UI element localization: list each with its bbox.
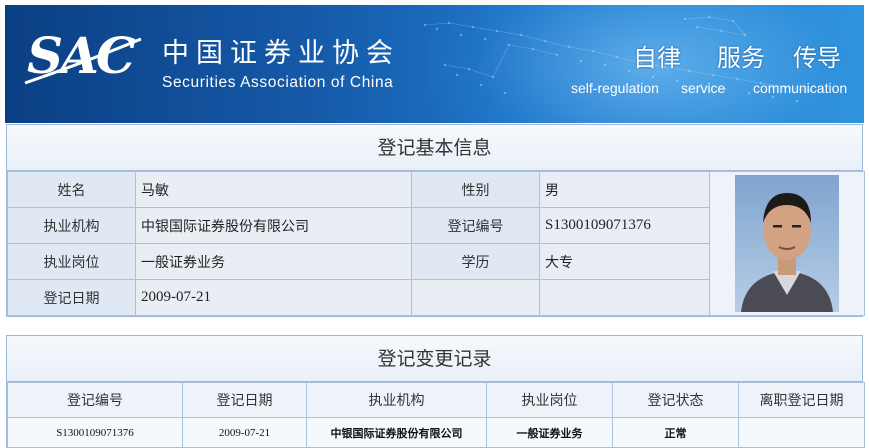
logo-text: SAC <box>27 26 136 85</box>
org-name-cn: 中国证券业协会 <box>162 38 400 69</box>
slogan-communication-en: communication <box>753 80 848 96</box>
empty-cell <box>539 279 710 316</box>
registration-number-value: S1300109071376 <box>539 207 710 244</box>
organization-label: 执业机构 <box>7 207 136 244</box>
education-label: 学历 <box>411 243 540 280</box>
organization-value: 中银国际证券股份有限公司 <box>135 207 412 244</box>
basic-info-panel: 登记基本信息 姓名 马敏 性别 男 执业机构 中银国际证券股份有限公司 登记编号… <box>6 124 865 317</box>
position-label: 执业岗位 <box>7 243 136 280</box>
column-header: 登记日期 <box>182 382 307 418</box>
change-records-table: 登记编号 登记日期 执业机构 执业岗位 登记状态 离职登记日期 S1300109… <box>7 382 865 448</box>
column-header: 执业岗位 <box>486 382 613 418</box>
registration-number-label: 登记编号 <box>411 207 540 244</box>
table-cell: 正常 <box>612 417 739 448</box>
table-cell: 2009-07-21 <box>182 417 307 448</box>
slogan-service-en: service <box>681 80 726 96</box>
gender-value: 男 <box>539 171 710 208</box>
name-value: 马敏 <box>135 171 412 208</box>
registration-date-label: 登记日期 <box>7 279 136 316</box>
column-header: 离职登记日期 <box>738 382 865 418</box>
table-row: S1300109071376 2009-07-21 中银国际证券股份有限公司 一… <box>7 417 865 448</box>
name-label: 姓名 <box>7 171 136 208</box>
table-cell <box>738 417 865 448</box>
empty-cell <box>411 279 540 316</box>
table-cell: 中银国际证券股份有限公司 <box>306 417 487 448</box>
table-header-row: 登记编号 登记日期 执业机构 执业岗位 登记状态 离职登记日期 <box>7 382 865 418</box>
change-records-title: 登记变更记录 <box>7 336 862 382</box>
position-value: 一般证券业务 <box>135 243 412 280</box>
column-header: 登记编号 <box>7 382 183 418</box>
table-cell: S1300109071376 <box>7 417 183 448</box>
column-header: 执业机构 <box>306 382 487 418</box>
portrait-photo <box>735 175 839 312</box>
education-value: 大专 <box>539 243 710 280</box>
org-name-en: Securities Association of China <box>162 74 394 91</box>
column-header: 登记状态 <box>612 382 739 418</box>
header-banner: SAC 中国证券业协会 Securities Association of Ch… <box>5 5 864 123</box>
table-row: 姓名 马敏 性别 男 <box>7 171 865 316</box>
registration-date-value: 2009-07-21 <box>135 279 412 316</box>
basic-info-table: 姓名 马敏 性别 男 执业机构 中银国际证券股份有限公司 登记编号 S13001… <box>7 171 865 316</box>
basic-info-title: 登记基本信息 <box>7 125 862 171</box>
slogan-self-regulation-cn: 自律 <box>633 44 681 72</box>
slogan-service-cn: 服务 <box>717 44 765 72</box>
change-records-panel: 登记变更记录 登记编号 登记日期 执业机构 执业岗位 登记状态 离职登记日期 S… <box>6 335 865 448</box>
gender-label: 性别 <box>411 171 540 208</box>
slogan-self-regulation-en: self-regulation <box>571 80 659 96</box>
photo-cell <box>709 171 865 316</box>
slogan-communication-cn: 传导 <box>793 44 841 72</box>
table-cell: 一般证券业务 <box>486 417 613 448</box>
